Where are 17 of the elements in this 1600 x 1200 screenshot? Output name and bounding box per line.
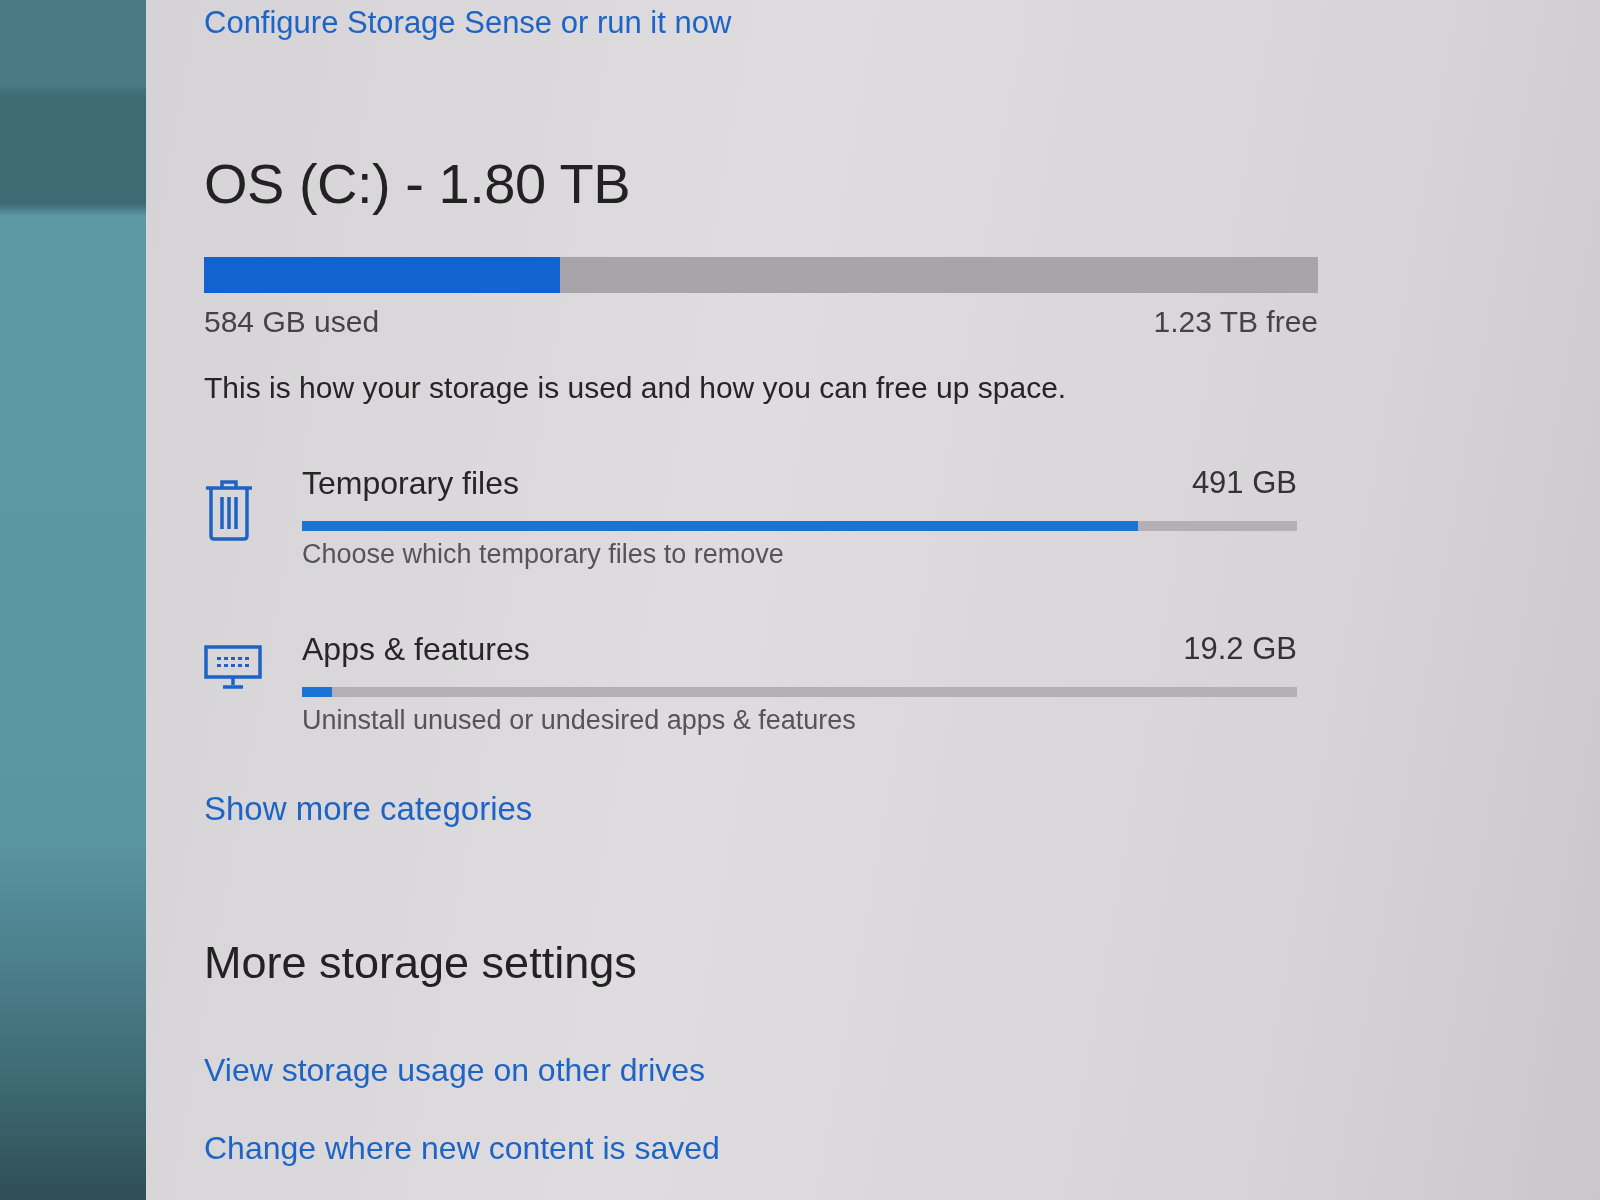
storage-description: This is how your storage is used and how you can free up space.	[204, 370, 1067, 407]
trash-icon	[204, 479, 254, 542]
category-name[interactable]: Apps & features	[302, 629, 530, 670]
used-space-label: 584 GB used	[204, 304, 380, 341]
settings-link[interactable]: Change where new content is saved	[204, 1129, 720, 1168]
category-size: 19.2 GB	[1183, 630, 1297, 669]
category-hint: Uninstall unused or undesired apps & features	[302, 704, 856, 738]
settings-link[interactable]: View storage usage on other drives	[204, 1050, 706, 1090]
storage-sense-link[interactable]: Configure Storage Sense or run it now	[204, 4, 732, 42]
category-size: 491 GB	[1191, 464, 1297, 503]
drive-title: OS (C:) - 1.80 TB	[204, 151, 631, 218]
section-heading: More storage settings	[204, 935, 637, 990]
monitor-keyboard-icon	[204, 645, 262, 690]
category-hint: Choose which temporary files to remove	[302, 538, 784, 572]
show-more-link[interactable]: Show more categories	[204, 789, 533, 829]
category-name[interactable]: Temporary files	[302, 463, 519, 504]
free-space-label: 1.23 TB free	[1153, 304, 1318, 341]
